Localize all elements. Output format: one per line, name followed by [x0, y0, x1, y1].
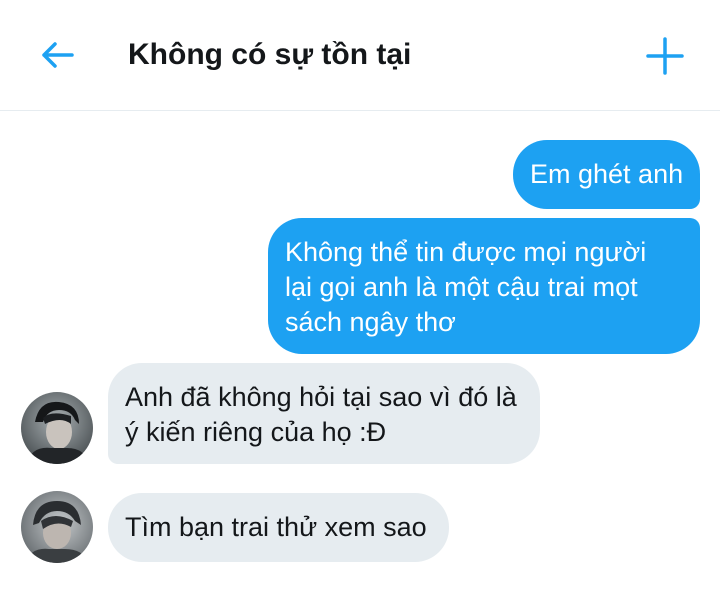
message-bubble-incoming[interactable]: Tìm bạn trai thử xem sao [108, 493, 449, 562]
plus-icon [646, 37, 684, 75]
message-text: sách ngây thơ [285, 307, 456, 337]
avatar-photo [21, 392, 93, 464]
back-button[interactable] [34, 34, 80, 80]
message-text: Anh đã không hỏi tại sao vì đó là [125, 382, 517, 412]
avatar-photo [21, 491, 93, 563]
message-bubble-incoming[interactable]: Anh đã không hỏi tại sao vì đó là ý kiến… [108, 363, 540, 464]
message-text: lại gọi anh là một cậu trai mọt [285, 272, 638, 302]
conversation-header: Không có sự tồn tại [0, 0, 720, 111]
add-button[interactable] [642, 34, 688, 80]
message-text: Em ghét anh [530, 159, 684, 189]
message-bubble-outgoing[interactable]: Không thể tin được mọi người lại gọi anh… [268, 218, 700, 354]
avatar[interactable] [21, 491, 93, 563]
message-text: Không thể tin được mọi người [285, 237, 647, 267]
message-text: ý kiến riêng của họ :Đ [125, 417, 387, 447]
message-text: Tìm bạn trai thử xem sao [125, 512, 427, 542]
avatar[interactable] [21, 392, 93, 464]
conversation-title: Không có sự tồn tại [128, 38, 412, 71]
arrow-left-icon [42, 42, 74, 68]
message-bubble-outgoing[interactable]: Em ghét anh [513, 140, 700, 209]
